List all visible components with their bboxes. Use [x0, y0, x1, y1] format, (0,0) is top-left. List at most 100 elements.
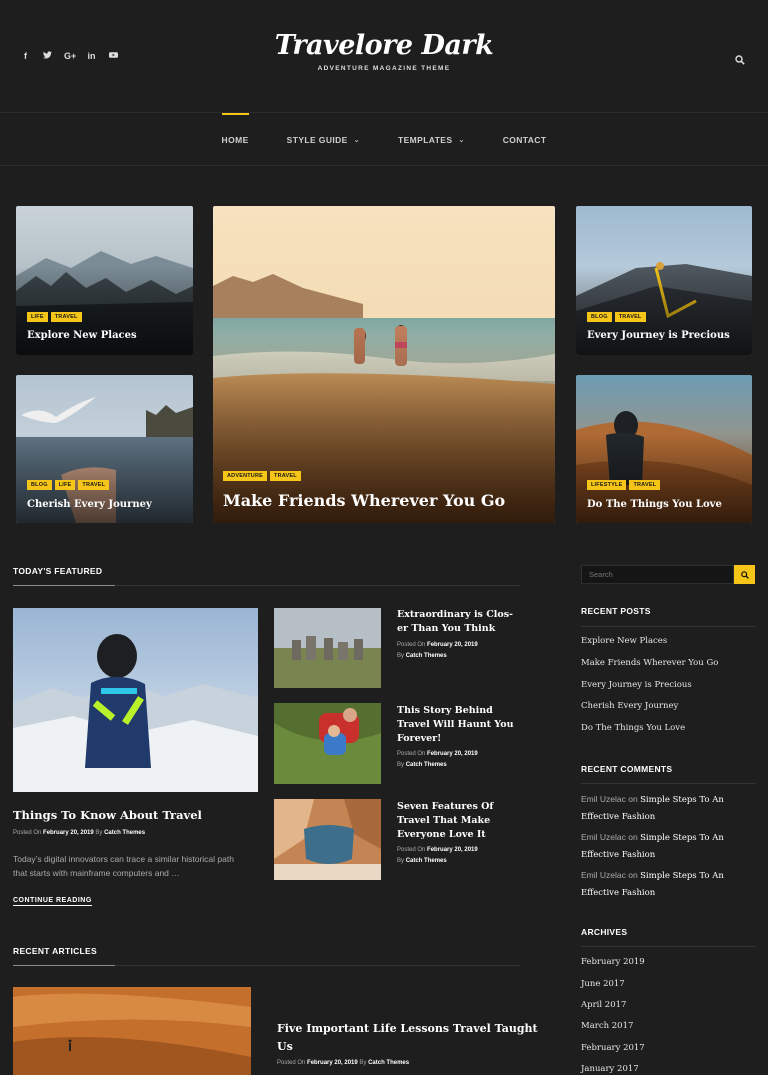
section-divider — [13, 585, 520, 586]
title-line: This Story Behind — [397, 705, 493, 716]
side-post-title[interactable]: This Story Behind Travel Will Haunt You … — [397, 704, 514, 746]
excerpt-line: Today’s digital innovators can trace a s… — [13, 854, 234, 864]
post-date[interactable]: February 20, 2019 — [427, 751, 478, 757]
sidebar-search — [581, 565, 755, 584]
archive-link[interactable]: March 2017 — [581, 1021, 633, 1031]
title-line: Seven Features Of — [397, 801, 494, 812]
recent-post-link[interactable]: Make Friends Wherever You Go — [581, 658, 718, 668]
by-label: By — [397, 653, 405, 659]
side-post-title[interactable]: Seven Features Of Travel That Make Every… — [397, 800, 493, 842]
hero-tile-make-friends[interactable]: ADVENTURE TRAVEL Make Friends Wherever Y… — [213, 206, 555, 523]
comment-author[interactable]: Emil Uzelac — [581, 794, 626, 804]
featured-main-image[interactable] — [13, 608, 258, 792]
hero-tile-title[interactable]: Make Friends Wherever You Go — [223, 491, 505, 510]
category-tag[interactable]: TRAVEL — [270, 471, 301, 481]
post-author[interactable]: Catch Themes — [406, 653, 447, 659]
side-post-image[interactable] — [274, 703, 381, 784]
comment-author[interactable]: Emil Uzelac — [581, 870, 626, 880]
nav-label: TEMPLATES — [398, 134, 453, 145]
category-tag[interactable]: ADVENTURE — [223, 471, 268, 481]
post-date[interactable]: February 20, 2019 — [427, 847, 478, 853]
site-logo[interactable]: Travelore Dark — [0, 30, 768, 61]
post-author[interactable]: Catch Themes — [406, 858, 447, 864]
recent-article-title[interactable]: Five Important Life Lessons Travel Taugh… — [277, 1020, 538, 1056]
recent-article-image[interactable] — [13, 987, 251, 1075]
comment-on-label: on — [628, 832, 638, 842]
nav-templates[interactable]: TEMPLATES ⌄ — [379, 113, 484, 166]
image-overlay — [576, 265, 752, 355]
category-tag[interactable]: BLOG — [27, 480, 52, 490]
category-tag[interactable]: TRAVEL — [629, 480, 661, 490]
category-tag[interactable]: LIFE — [54, 480, 76, 490]
nav-home[interactable]: HOME — [203, 113, 268, 166]
hero-tile-do-things[interactable]: LIFESTYLE TRAVEL Do The Things You Love — [576, 375, 752, 523]
recent-articles-heading: RECENT ARTICLES — [13, 946, 97, 956]
recent-post-link[interactable]: Cherish Every Journey — [581, 701, 678, 711]
category-tag[interactable]: TRAVEL — [614, 312, 646, 322]
category-tag[interactable]: BLOG — [587, 312, 612, 322]
post-author[interactable]: Catch Themes — [368, 1060, 409, 1066]
section-divider — [581, 783, 756, 784]
post-meta: Posted On February 20, 2019 By Catch The… — [397, 845, 478, 867]
post-meta: Posted On February 20, 2019 By Catch The… — [397, 749, 478, 771]
tag-list: BLOG TRAVEL — [587, 312, 646, 322]
hero-tile-every-journey[interactable]: BLOG TRAVEL Every Journey is Precious — [576, 206, 752, 355]
category-tag[interactable]: LIFE — [27, 312, 48, 322]
title-line: Everyone Love It — [397, 829, 486, 840]
nav-label: STYLE GUIDE — [286, 134, 348, 145]
search-input[interactable] — [581, 565, 734, 584]
title-line: Forever! — [397, 733, 442, 744]
recent-post-link[interactable]: Explore New Places — [581, 636, 667, 646]
site-header: f G+ in Travelore Dark ADVENTURE MAGAZIN… — [0, 0, 768, 113]
continue-reading-link[interactable]: CONTINUE READING — [13, 897, 92, 906]
post-author[interactable]: Catch Themes — [406, 762, 447, 768]
nav-contact[interactable]: CONTACT — [484, 113, 566, 166]
side-post-image[interactable] — [274, 608, 381, 688]
hero-tile-title[interactable]: Explore New Places — [27, 330, 137, 341]
archive-link[interactable]: February 2017 — [581, 1043, 645, 1053]
search-icon[interactable] — [735, 52, 745, 65]
archive-link[interactable]: April 2017 — [581, 1000, 626, 1010]
hero-tile-title[interactable]: Do The Things You Love — [587, 499, 722, 510]
post-date[interactable]: February 20, 2019 — [307, 1060, 358, 1066]
hero-tile-title[interactable]: Every Journey is Precious — [587, 330, 730, 341]
nav-style-guide[interactable]: STYLE GUIDE ⌄ — [268, 113, 379, 166]
search-button[interactable] — [734, 565, 755, 584]
recent-post-link[interactable]: Every Journey is Precious — [581, 680, 692, 690]
archive-link[interactable]: January 2017 — [581, 1064, 639, 1074]
section-divider — [581, 626, 756, 627]
tag-list: ADVENTURE TRAVEL — [223, 471, 301, 481]
hero-tile-explore[interactable]: LIFE TRAVEL Explore New Places — [16, 206, 193, 355]
title-line: Extraordinary is Clos- — [397, 609, 514, 620]
by-label: By — [95, 830, 103, 836]
post-date[interactable]: February 20, 2019 — [427, 642, 478, 648]
section-divider — [581, 946, 756, 947]
recent-post-link[interactable]: Do The Things You Love — [581, 723, 685, 733]
post-author[interactable]: Catch Themes — [104, 830, 145, 836]
featured-main-title[interactable]: Things To Know About Travel — [13, 808, 202, 822]
comment-author[interactable]: Emil Uzelac — [581, 832, 626, 842]
hero-tile-title[interactable]: Cherish Every Journey — [27, 499, 152, 510]
hero-tile-cherish[interactable]: BLOG LIFE TRAVEL Cherish Every Journey — [16, 375, 193, 523]
category-tag[interactable]: TRAVEL — [78, 480, 110, 490]
by-label: By — [359, 1060, 367, 1066]
side-post-image[interactable] — [274, 799, 381, 880]
recent-comment: Emil Uzelac on Simple Steps To An Effect… — [581, 867, 751, 901]
posted-on-label: Posted On — [13, 830, 42, 836]
recent-posts-heading: RECENT POSTS — [581, 606, 651, 616]
by-label: By — [397, 858, 405, 864]
post-meta: Posted On February 20, 2019 By Catch The… — [277, 1060, 409, 1066]
archive-link[interactable]: February 2019 — [581, 957, 645, 967]
title-line: Us — [277, 1040, 293, 1053]
category-tag[interactable]: TRAVEL — [50, 312, 82, 322]
post-date[interactable]: February 20, 2019 — [43, 830, 94, 836]
featured-heading: TODAY'S FEATURED — [13, 566, 103, 576]
nav-label: HOME — [221, 134, 249, 145]
divider-accent — [13, 585, 115, 586]
tag-list: LIFE TRAVEL — [27, 312, 82, 322]
main-navigation: HOME STYLE GUIDE ⌄ TEMPLATES ⌄ CONTACT — [0, 113, 768, 166]
archive-link[interactable]: June 2017 — [581, 979, 625, 989]
category-tag[interactable]: LIFESTYLE — [587, 480, 627, 490]
side-post-title[interactable]: Extraordinary is Clos- er Than You Think — [397, 608, 513, 636]
image-overlay — [16, 265, 193, 355]
